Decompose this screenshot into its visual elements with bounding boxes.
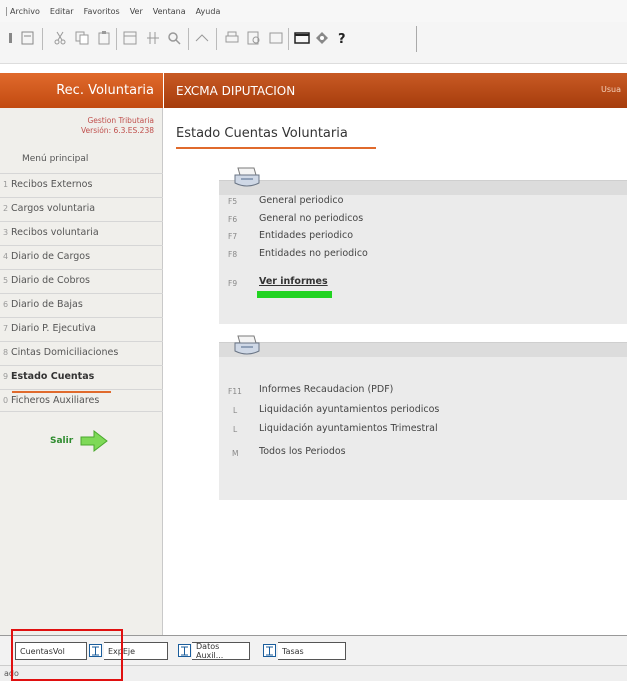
- app-name: Gestion Tributaria: [87, 116, 154, 125]
- shortcut-m: M: [232, 449, 239, 458]
- sidebar-item-diario-ejecutiva[interactable]: 7 Diario P. Ejecutiva: [0, 317, 163, 338]
- form-window-icon: [178, 644, 191, 657]
- printer-icon: [234, 167, 260, 187]
- tag-icon[interactable]: [314, 30, 330, 46]
- menu-ventana[interactable]: Ventana: [153, 7, 186, 16]
- option-todos-periodos[interactable]: Todos los Periodos: [259, 446, 346, 457]
- toolbar: ?: [0, 22, 627, 64]
- exit-label[interactable]: Salir: [50, 436, 73, 446]
- option-general-periodico[interactable]: General periodico: [259, 195, 343, 206]
- exit-arrow-icon[interactable]: [80, 430, 108, 452]
- user-label: Usua: [601, 85, 621, 94]
- shortcut-l: L: [233, 406, 238, 415]
- tab-tasas[interactable]: Tasas: [278, 642, 346, 660]
- shortcut-f5: F5: [228, 197, 238, 206]
- shortcut-l: L: [233, 425, 238, 434]
- menu-title: Menú principal: [22, 154, 89, 164]
- cut-icon[interactable]: [52, 30, 68, 46]
- option-liquidacion-periodicos[interactable]: Liquidación ayuntamientos periodicos: [259, 404, 439, 415]
- print-preview-icon[interactable]: [246, 30, 262, 46]
- sidebar-item-diario-cargos[interactable]: 4 Diario de Cargos: [0, 245, 163, 266]
- menu-favoritos[interactable]: Favoritos: [84, 7, 120, 16]
- search-icon[interactable]: [166, 30, 182, 46]
- sidebar-item-estado-cuentas[interactable]: 9 Estado Cuentas: [0, 365, 163, 386]
- version-label: Versión: 6.3.ES.238: [80, 126, 154, 135]
- tab-datos-auxil[interactable]: Datos Auxil...: [192, 642, 250, 660]
- module-title: Rec. Voluntaria: [0, 73, 163, 108]
- menu-editar[interactable]: Editar: [50, 7, 74, 16]
- sidebar-item-recibos-externos[interactable]: 1 Recibos Externos: [0, 173, 163, 194]
- sidebar-item-recibos-voluntaria[interactable]: 3 Recibos voluntaria: [0, 221, 163, 242]
- highlight-marker: [257, 291, 332, 298]
- option-general-no-periodicos[interactable]: General no periodicos: [259, 213, 363, 224]
- sidebar-item-cargos-voluntaria[interactable]: 2 Cargos voluntaria: [0, 197, 163, 218]
- copy-icon[interactable]: [74, 30, 90, 46]
- shortcut-f6: F6: [228, 215, 238, 224]
- organization-title: EXCMA DIPUTACION: [176, 84, 296, 98]
- sidebar-item-cintas-domiciliaciones[interactable]: 8 Cintas Domiciliaciones: [0, 341, 163, 362]
- option-entidades-no-periodico[interactable]: Entidades no periodico: [259, 248, 368, 259]
- replace-icon[interactable]: [194, 30, 210, 46]
- menu-ver[interactable]: Ver: [130, 7, 143, 16]
- option-liquidacion-trimestral[interactable]: Liquidación ayuntamientos Trimestral: [259, 423, 438, 434]
- form-window-icon: [263, 644, 276, 657]
- sidebar-item-diario-cobros[interactable]: 5 Diario de Cobros: [0, 269, 163, 290]
- form-icon[interactable]: [122, 30, 138, 46]
- page-title-underline: [176, 147, 376, 149]
- menu-archivo[interactable]: Archivo: [6, 6, 40, 16]
- active-item-underline: [12, 391, 111, 393]
- maximize-icon[interactable]: [294, 30, 310, 46]
- option-informes-recaudacion[interactable]: Informes Recaudacion (PDF): [259, 384, 393, 395]
- option-ver-informes[interactable]: Ver informes: [259, 276, 328, 287]
- shortcut-f7: F7: [228, 232, 238, 241]
- page-title: Estado Cuentas Voluntaria: [176, 126, 348, 141]
- main-header: EXCMA DIPUTACION Usua: [164, 73, 627, 108]
- shortcut-f9: F9: [228, 279, 238, 288]
- paste-icon[interactable]: [96, 30, 112, 46]
- window-icon[interactable]: [268, 30, 284, 46]
- shortcut-f8: F8: [228, 250, 238, 259]
- app-info: Gestion Tributaria Versión: 6.3.ES.238: [81, 116, 154, 136]
- print-icon[interactable]: [224, 30, 240, 46]
- printer-icon: [234, 335, 260, 355]
- svg-text:?: ?: [338, 32, 346, 46]
- properties-icon[interactable]: [20, 30, 36, 46]
- grid-icon[interactable]: [145, 30, 161, 46]
- menu-bar: Archivo Editar Favoritos Ver Ventana Ayu…: [0, 0, 627, 22]
- sidebar-item-diario-bajas[interactable]: 6 Diario de Bajas: [0, 293, 163, 314]
- left-panel: Rec. Voluntaria Gestion Tributaria Versi…: [0, 73, 163, 635]
- help-icon[interactable]: ?: [334, 30, 350, 46]
- report-group-2: [219, 342, 627, 500]
- highlight-rectangle: [11, 629, 123, 681]
- menu-ayuda[interactable]: Ayuda: [196, 7, 221, 16]
- handle-icon: [9, 33, 12, 43]
- option-entidades-periodico[interactable]: Entidades periodico: [259, 230, 353, 241]
- shortcut-f11: F11: [228, 387, 242, 396]
